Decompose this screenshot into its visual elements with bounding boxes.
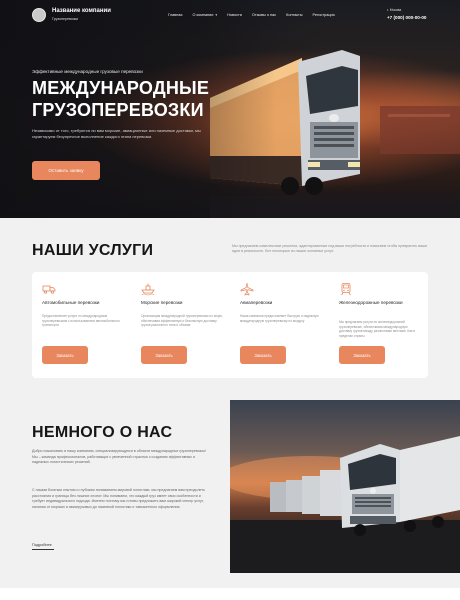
airplane-icon	[240, 282, 254, 296]
ship-icon	[141, 283, 155, 296]
service-card-auto: Автомобильные перевозки Предоставление у…	[32, 272, 131, 378]
hero-section: Название компании Грузоперевозки Главная…	[0, 0, 460, 218]
services-title: НАШИ УСЛУГИ	[32, 242, 154, 259]
services-intro: Мы предлагаем комплексные решения, адапт…	[232, 244, 427, 254]
about-paragraph-1: Добро пожаловать в нашу компанию, специа…	[32, 449, 206, 465]
trucks-fleet-illustration	[230, 436, 460, 573]
service-description: Мы предлагаем услуги по железнодорожной …	[339, 320, 415, 338]
about-section: НЕМНОГО О НАС Добро пожаловать в нашу ко…	[0, 392, 460, 600]
footer-strip	[0, 588, 460, 600]
about-title: НЕМНОГО О НАС	[32, 424, 173, 441]
nav-item-about[interactable]: О компании ▾	[192, 13, 217, 17]
order-button[interactable]: Заказать	[42, 346, 88, 364]
hero-kicker: Эффективные международные грузовые перев…	[32, 69, 143, 74]
service-description: Предоставление услуги по международным г…	[42, 314, 120, 328]
service-title: Автомобильные перевозки	[42, 300, 100, 305]
nav-item-register[interactable]: Регистрация	[313, 13, 335, 17]
services-section: НАШИ УСЛУГИ Мы предлагаем комплексные ре…	[0, 218, 460, 392]
service-title: Морские перевозки	[141, 300, 183, 305]
hero-description: Независимо от того, требуются ли вам мор…	[32, 128, 201, 139]
nav-item-contacts[interactable]: Контакты	[286, 13, 302, 17]
hero-title-line-2: ГРУЗОПЕРЕВОЗКИ	[32, 100, 204, 120]
train-icon	[341, 283, 351, 296]
company-tagline: Грузоперевозки	[52, 17, 79, 21]
page: Название компании Грузоперевозки Главная…	[0, 0, 460, 600]
nav-item-news[interactable]: Новости	[227, 13, 242, 17]
order-button[interactable]: Заказать	[339, 346, 385, 364]
services-cards: Автомобильные перевозки Предоставление у…	[32, 272, 428, 378]
nav-item-reviews[interactable]: Отзывы о нас	[252, 13, 276, 17]
service-card-rail: Железнодорожные перевозки Мы предлагаем …	[329, 272, 428, 378]
about-trucks-image	[230, 400, 460, 573]
service-description: Организация международной грузоперевозки…	[141, 314, 223, 328]
city-label: г. Москва	[387, 8, 402, 12]
company-name[interactable]: Название компании	[52, 8, 111, 14]
more-link[interactable]: Подробнее	[32, 543, 52, 547]
company-logo[interactable]	[32, 8, 46, 22]
service-title: Авиаперевозки	[240, 300, 273, 305]
more-link-underline	[32, 549, 54, 550]
main-nav: Главная О компании ▾ Новости Отзывы о нас…	[168, 13, 335, 17]
nav-item-home[interactable]: Главная	[168, 13, 182, 17]
service-description: Наша компания предоставляет быструю и на…	[240, 314, 319, 323]
header-contact: г. Москва +7 (000) 000-00-00	[387, 8, 426, 20]
service-card-sea: Морские перевозки Организация международ…	[131, 272, 230, 378]
hero-title: МЕЖДУНАРОДНЫЕ ГРУЗОПЕРЕВОЗКИ	[32, 77, 209, 121]
order-button[interactable]: Заказать	[240, 346, 286, 364]
leave-request-button[interactable]: Оставить заявку	[32, 161, 100, 180]
order-button[interactable]: Заказать	[141, 346, 187, 364]
about-paragraph-2: С нашим богатым опытом и глубоким понима…	[32, 488, 205, 509]
chevron-down-icon: ▾	[215, 13, 218, 17]
top-navigation: Название компании Грузоперевозки Главная…	[0, 0, 460, 34]
service-title: Железнодорожные перевозки	[339, 300, 403, 305]
truck-icon	[42, 285, 56, 294]
phone-link[interactable]: +7 (000) 000-00-00	[387, 15, 426, 20]
hero-title-line-1: МЕЖДУНАРОДНЫЕ	[32, 78, 210, 98]
service-card-air: Авиаперевозки Наша компания предоставляе…	[230, 272, 329, 378]
